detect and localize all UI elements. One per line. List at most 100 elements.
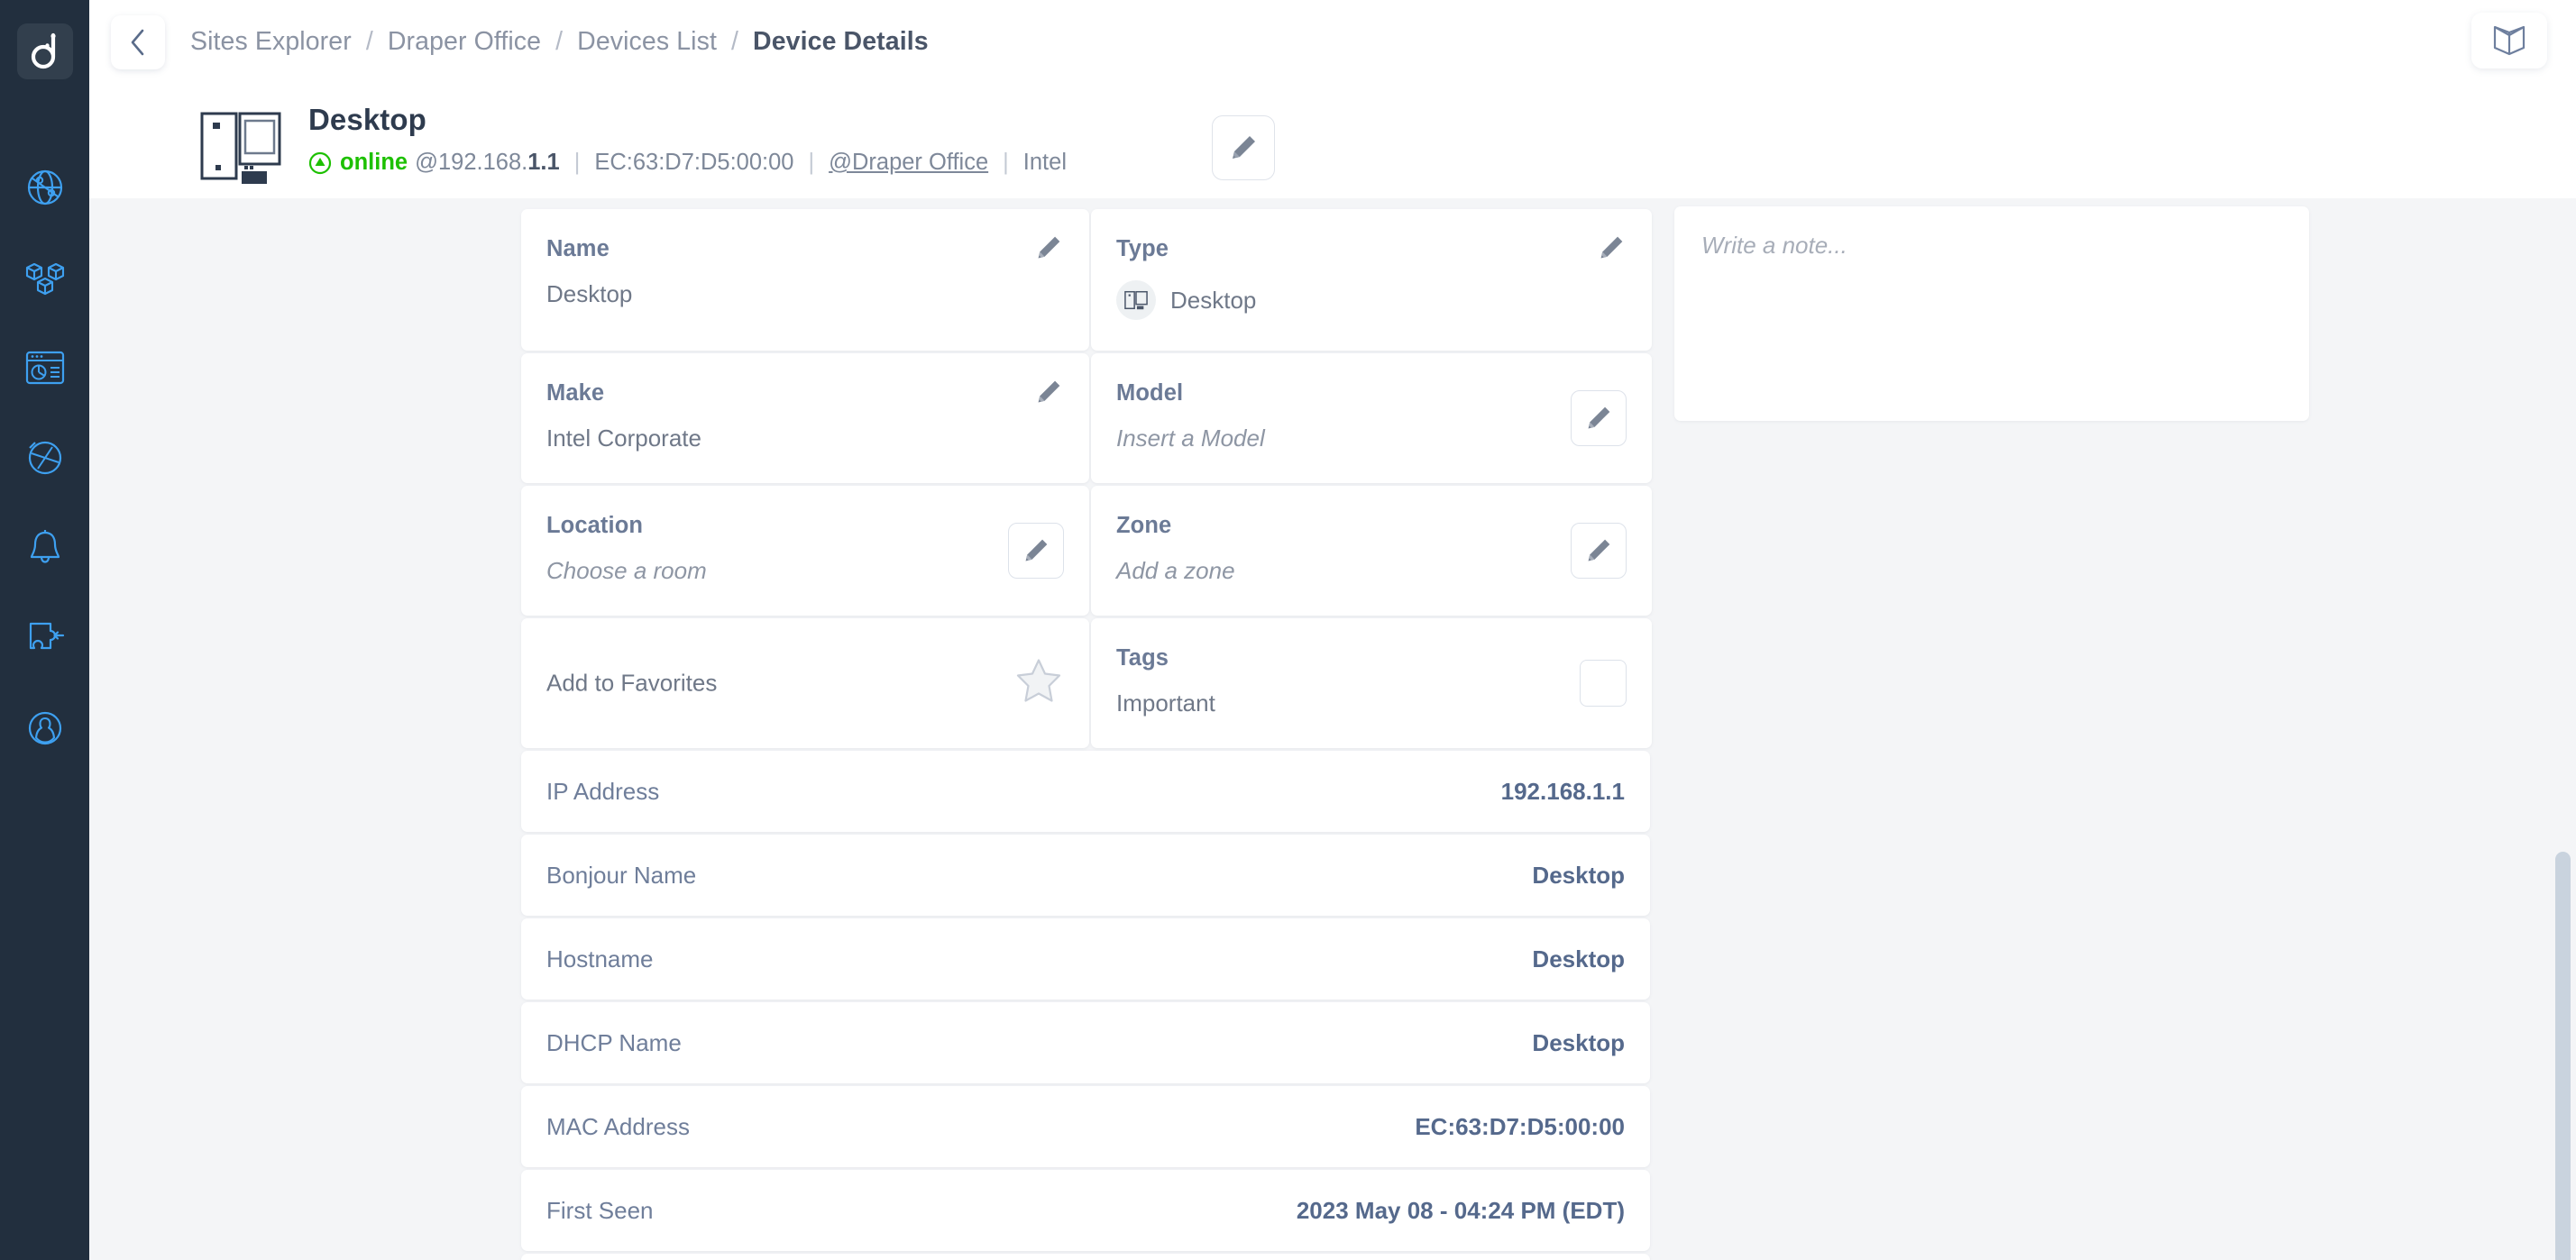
tags-checkbox[interactable] bbox=[1580, 660, 1627, 707]
type-card[interactable]: Type Desktop bbox=[1091, 209, 1652, 351]
sidebar-item-network[interactable] bbox=[0, 142, 89, 233]
status-online-icon bbox=[308, 151, 332, 175]
tags-card[interactable]: Tags Important bbox=[1091, 618, 1652, 748]
edit-make-icon[interactable] bbox=[1035, 379, 1062, 410]
edit-name-icon[interactable] bbox=[1035, 234, 1062, 266]
details-column: Name Desktop Type Desktop Make Intel Cor… bbox=[521, 209, 1652, 1260]
pencil-icon bbox=[1038, 236, 1060, 259]
table-row: First Seen 2023 May 08 - 04:24 PM (EDT) bbox=[521, 1170, 1650, 1251]
device-header-info: Desktop online @192.168.1.1 | EC:63:D7:D… bbox=[308, 97, 1067, 176]
name-card[interactable]: Name Desktop bbox=[521, 209, 1089, 351]
row-value: 2023 May 08 - 04:24 PM (EDT) bbox=[1296, 1196, 1625, 1224]
card-value: Desktop bbox=[546, 280, 633, 307]
meta-divider: | bbox=[573, 150, 581, 175]
sidebar-item-dashboard[interactable] bbox=[0, 323, 89, 413]
primary-sidebar bbox=[0, 0, 89, 1260]
breadcrumb: Sites Explorer / Draper Office / Devices… bbox=[190, 27, 929, 57]
edit-device-button[interactable] bbox=[1212, 115, 1275, 180]
breadcrumb-item-draper-office[interactable]: Draper Office bbox=[388, 27, 541, 57]
breadcrumb-item-device-details: Device Details bbox=[753, 27, 929, 56]
sidebar-item-network-health[interactable] bbox=[0, 413, 89, 503]
row-key: Bonjour Name bbox=[546, 861, 697, 889]
row-key: IP Address bbox=[546, 777, 660, 805]
meta-divider: | bbox=[808, 150, 815, 175]
make-card[interactable]: Make Intel Corporate bbox=[521, 353, 1089, 483]
chevron-left-icon bbox=[131, 29, 144, 55]
row-key: Hostname bbox=[546, 945, 654, 972]
desktop-tower-monitor-icon bbox=[200, 112, 281, 184]
card-label: Tags bbox=[1116, 645, 1169, 671]
table-row-partial bbox=[521, 1254, 1650, 1260]
row-value: EC:63:D7:D5:00:00 bbox=[1415, 1112, 1625, 1140]
pencil-icon bbox=[1233, 136, 1255, 159]
add-to-favorites-card[interactable]: Add to Favorites bbox=[521, 618, 1089, 748]
table-row: DHCP Name Desktop bbox=[521, 1002, 1650, 1083]
device-ip-suffix: 1.1 bbox=[527, 150, 560, 175]
pencil-icon bbox=[1038, 380, 1060, 403]
scrollbar-thumb[interactable] bbox=[2555, 852, 2571, 1260]
device-ip-prefix: @192.168. bbox=[415, 150, 528, 175]
status-badge: online bbox=[340, 150, 408, 175]
zone-card[interactable]: Zone Add a zone bbox=[1091, 486, 1652, 616]
model-card[interactable]: Model Insert a Model bbox=[1091, 353, 1652, 483]
vertical-scrollbar[interactable] bbox=[2551, 198, 2576, 1260]
card-value: Choose a room bbox=[546, 557, 707, 584]
row-value: Desktop bbox=[1532, 945, 1625, 972]
user-account-icon bbox=[28, 711, 61, 745]
card-label: Zone bbox=[1116, 513, 1172, 538]
sidebar-item-integrations[interactable] bbox=[0, 593, 89, 683]
favorites-label: Add to Favorites bbox=[546, 669, 718, 697]
row-value: Desktop bbox=[1532, 861, 1625, 889]
device-header: Desktop online @192.168.1.1 | EC:63:D7:D… bbox=[193, 97, 1067, 187]
edit-zone-button[interactable] bbox=[1571, 523, 1627, 579]
table-row: Bonjour Name Desktop bbox=[521, 835, 1650, 916]
table-row: IP Address 192.168.1.1 bbox=[521, 751, 1650, 832]
table-row: Hostname Desktop bbox=[521, 918, 1650, 1000]
pencil-icon bbox=[1600, 236, 1623, 259]
device-ip: @192.168.1.1 bbox=[415, 150, 560, 176]
documentation-button[interactable] bbox=[2471, 13, 2547, 68]
breadcrumb-item-sites-explorer[interactable]: Sites Explorer bbox=[190, 27, 352, 57]
pencil-icon bbox=[1588, 539, 1610, 562]
breadcrumb-item-devices-list[interactable]: Devices List bbox=[577, 27, 717, 57]
edit-type-icon[interactable] bbox=[1598, 234, 1625, 266]
pencil-icon bbox=[1025, 539, 1048, 562]
bell-icon bbox=[30, 530, 60, 563]
note-panel[interactable]: Write a note... bbox=[1674, 206, 2309, 421]
documentation-book-icon bbox=[2493, 25, 2526, 56]
sidebar-item-topology[interactable] bbox=[0, 233, 89, 323]
row-value: Desktop bbox=[1532, 1028, 1625, 1056]
card-value-wrap: Desktop bbox=[1116, 280, 1625, 320]
domotz-logo[interactable] bbox=[16, 23, 73, 79]
device-detail-table: IP Address 192.168.1.1 Bonjour Name Desk… bbox=[521, 751, 1650, 1260]
puzzle-integration-icon bbox=[29, 622, 64, 650]
back-button[interactable] bbox=[111, 14, 165, 69]
device-details-page: Sites Explorer / Draper Office / Devices… bbox=[0, 0, 2576, 1260]
favorite-star-toggle[interactable] bbox=[1013, 657, 1064, 710]
table-row: MAC Address EC:63:D7:D5:00:00 bbox=[521, 1086, 1650, 1167]
card-value: Important bbox=[1116, 689, 1215, 717]
network-globe-icon bbox=[27, 169, 62, 205]
row-key: DHCP Name bbox=[546, 1028, 682, 1056]
edit-location-button[interactable] bbox=[1008, 523, 1064, 579]
row-key: First Seen bbox=[546, 1196, 654, 1224]
page-title: Desktop bbox=[308, 103, 426, 136]
sidebar-item-account[interactable] bbox=[0, 683, 89, 773]
breadcrumb-separator: / bbox=[365, 27, 373, 56]
meta-divider: | bbox=[1003, 150, 1009, 175]
edit-model-button[interactable] bbox=[1571, 390, 1627, 446]
sidebar-item-alerts[interactable] bbox=[0, 503, 89, 593]
breadcrumb-bar: Sites Explorer / Draper Office / Devices… bbox=[89, 0, 2576, 84]
topology-cubes-icon bbox=[25, 262, 64, 296]
location-card[interactable]: Location Choose a room bbox=[521, 486, 1089, 616]
card-value: Desktop bbox=[1170, 286, 1257, 314]
device-meta: online @192.168.1.1 | EC:63:D7:D5:00:00 … bbox=[308, 150, 1067, 176]
content-area: Name Desktop Type Desktop Make Intel Cor… bbox=[89, 198, 2576, 1260]
star-outline-icon bbox=[1016, 659, 1061, 702]
device-mac: EC:63:D7:D5:00:00 bbox=[594, 150, 794, 175]
device-site-link[interactable]: @Draper Office bbox=[829, 150, 988, 176]
card-label: Location bbox=[546, 513, 644, 538]
card-label: Model bbox=[1116, 380, 1184, 406]
dashboard-window-icon bbox=[25, 351, 64, 385]
note-placeholder: Write a note... bbox=[1701, 232, 1847, 259]
